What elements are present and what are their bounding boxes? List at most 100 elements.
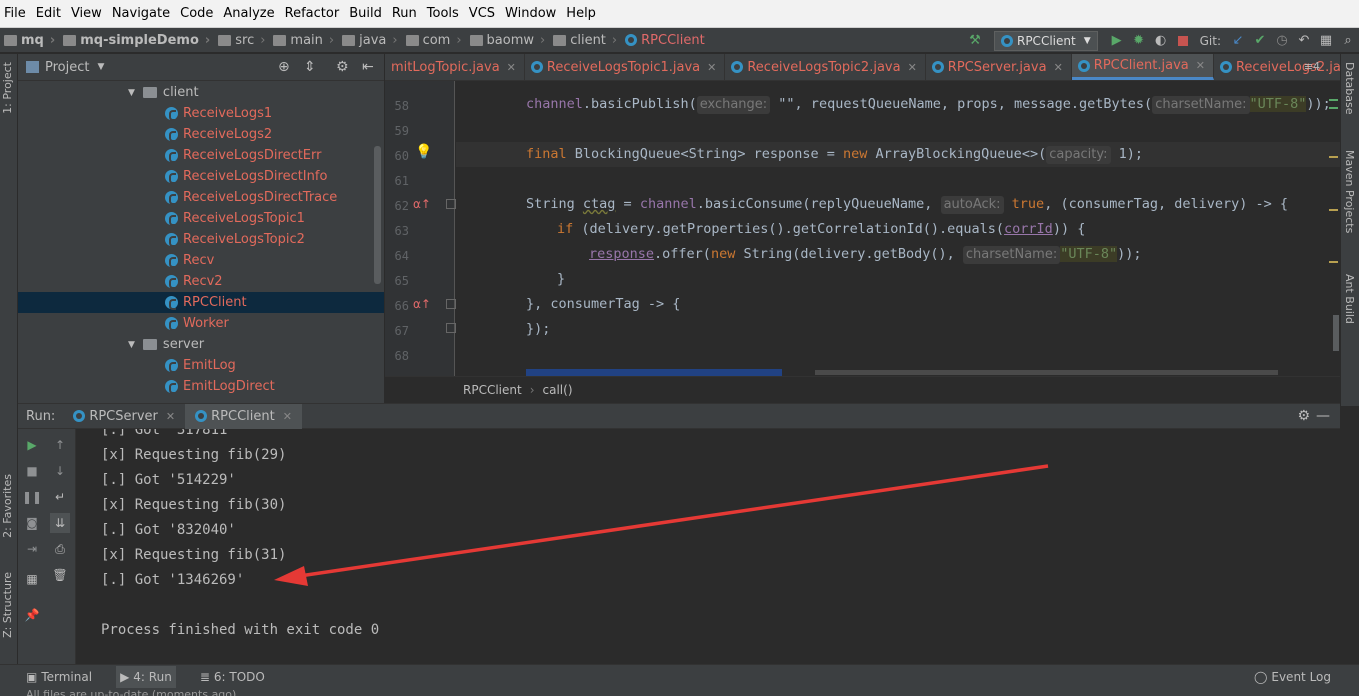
tree-item[interactable]: Worker (18, 313, 384, 334)
menu-item-tools[interactable]: Tools (423, 6, 465, 21)
breadcrumb-item[interactable]: com › (402, 33, 466, 48)
tree-item[interactable]: ReceiveLogsTopic2 (18, 229, 384, 250)
scroll-to-end-icon[interactable]: ⇊ (50, 513, 70, 533)
fold-icon[interactable] (446, 199, 456, 209)
console-output[interactable]: [.] Got '317811' [x] Requesting fib(29) [.… (76, 429, 1340, 665)
editor-tab[interactable]: RPCClient.java ✕ (1071, 54, 1214, 80)
code-area[interactable]: channel.basicPublish(exchange: "", reque… (456, 81, 1340, 376)
tool-tab-favorites[interactable]: 2: Favorites (1, 474, 14, 538)
tree-item[interactable]: ReceiveLogs2 (18, 124, 384, 145)
dump-threads-icon[interactable]: ◙ (22, 513, 42, 533)
close-icon[interactable]: ✕ (283, 410, 292, 423)
tree-item[interactable]: ReceiveLogsTopic1 (18, 208, 384, 229)
close-icon[interactable]: ✕ (707, 61, 716, 74)
tree-item[interactable]: ReceiveLogsDirectInfo (18, 166, 384, 187)
tree-item[interactable]: Recv2 (18, 271, 384, 292)
breadcrumb-item[interactable]: baomw › (466, 33, 550, 48)
menu-item-analyze[interactable]: Analyze (219, 6, 280, 21)
editor-tab[interactable]: ReceiveLogs2.java✕ (1214, 54, 1340, 80)
git-history-icon[interactable]: ◷ (1271, 30, 1293, 52)
down-arrow-icon[interactable]: ↓ (50, 461, 70, 481)
breadcrumb-item[interactable]: mq › (0, 33, 59, 48)
run-configuration-select[interactable]: RPCClient ▼ (993, 30, 1098, 51)
tree-folder[interactable]: ▼ client (18, 82, 384, 103)
editor-tab[interactable]: RPCServer.java ✕ (926, 54, 1072, 80)
gear-icon[interactable]: ⚙ (1297, 408, 1310, 424)
lambda-icon[interactable]: ⍺↑ (413, 197, 431, 211)
lambda-icon[interactable]: ⍺↑ (413, 297, 431, 311)
lightbulb-icon[interactable]: 💡 (415, 144, 432, 160)
tool-tab-structure[interactable]: Z: Structure (1, 572, 14, 638)
pause-icon[interactable]: ❚❚ (22, 487, 42, 507)
stop-icon[interactable]: ■ (22, 461, 42, 481)
run-tool-tab[interactable]: ▶ 4: Run (116, 665, 176, 688)
editor-tab[interactable]: ReceiveLogsTopic1.java ✕ (525, 54, 726, 80)
tool-tab-project[interactable]: 1: Project (1, 62, 14, 114)
debug-icon[interactable]: ✹ (1128, 30, 1150, 52)
search-icon[interactable]: ⌕ (1337, 30, 1359, 52)
breadcrumb-class[interactable]: RPCClient (463, 383, 522, 397)
breadcrumb-item[interactable]: RPCClient (621, 33, 709, 48)
menu-item-run[interactable]: Run (388, 6, 423, 21)
git-revert-icon[interactable]: ↶ (1293, 30, 1315, 52)
close-icon[interactable]: ✕ (1196, 59, 1205, 72)
chevron-down-icon[interactable]: ▼ (128, 340, 135, 350)
tree-item[interactable]: Recv (18, 250, 384, 271)
run-tab-rpcclient[interactable]: RPCClient ✕ (185, 403, 302, 429)
rerun-icon[interactable]: ▶ (22, 435, 42, 455)
menu-item-build[interactable]: Build (345, 6, 388, 21)
editor-tab[interactable]: ReceiveLogsTopic2.java ✕ (725, 54, 926, 80)
menu-item-help[interactable]: Help (562, 6, 602, 21)
tabs-overflow[interactable]: ≡4 (1304, 60, 1320, 73)
run-icon[interactable]: ▶ (1106, 30, 1128, 52)
trash-icon[interactable]: 🗑 (50, 565, 70, 585)
tree-item[interactable]: RPCClient (18, 292, 384, 313)
close-icon[interactable]: ✕ (908, 61, 917, 74)
login-icon[interactable]: ⇥ (22, 539, 42, 559)
breadcrumb-item[interactable]: mq-simpleDemo › (59, 33, 214, 48)
breadcrumb-item[interactable]: client › (549, 33, 621, 48)
gear-icon[interactable]: ⚙ (336, 59, 349, 75)
hide-icon[interactable]: ⇤ (362, 59, 374, 75)
project-scrollbar[interactable] (374, 146, 381, 284)
editor-horizontal-scrollbar[interactable] (815, 370, 1278, 375)
menu-item-code[interactable]: Code (176, 6, 219, 21)
collapse-icon[interactable]: ⇕ (304, 59, 316, 75)
locate-icon[interactable]: ⊕ (278, 59, 290, 75)
fold-icon[interactable] (446, 323, 456, 333)
chevron-down-icon[interactable]: ▼ (97, 62, 104, 72)
close-icon[interactable]: ✕ (166, 410, 175, 423)
breadcrumb-item[interactable]: main › (269, 33, 338, 48)
menu-item-file[interactable]: File (0, 6, 32, 21)
menu-item-window[interactable]: Window (501, 6, 562, 21)
tree-item[interactable]: ReceiveLogsDirectErr (18, 145, 384, 166)
menu-item-navigate[interactable]: Navigate (108, 6, 176, 21)
tool-tab-maven[interactable]: Maven Projects (1343, 150, 1356, 233)
print-icon[interactable]: ⎙ (50, 539, 70, 559)
git-commit-icon[interactable]: ✔ (1249, 30, 1271, 52)
tree-item[interactable]: ReceiveLogsDirectTrace (18, 187, 384, 208)
terminal-tab[interactable]: ▣ Terminal (26, 670, 92, 684)
event-log-tab[interactable]: ◯ Event Log (1254, 670, 1331, 684)
project-panel-title[interactable]: Project (45, 60, 89, 75)
project-structure-icon[interactable]: ▦ (1315, 30, 1337, 52)
layout-icon[interactable]: ▦ (22, 569, 42, 589)
breadcrumb-method[interactable]: call() (543, 383, 573, 397)
breadcrumb-item[interactable]: java › (338, 33, 401, 48)
tool-tab-ant[interactable]: Ant Build (1343, 274, 1356, 324)
up-arrow-icon[interactable]: ↑ (50, 435, 70, 455)
soft-wrap-icon[interactable]: ↵ (50, 487, 70, 507)
menu-item-vcs[interactable]: VCS (465, 6, 501, 21)
menu-item-refactor[interactable]: Refactor (281, 6, 346, 21)
chevron-down-icon[interactable]: ▼ (128, 88, 135, 98)
tree-item[interactable]: EmitLogDirect (18, 376, 384, 397)
menu-item-edit[interactable]: Edit (32, 6, 67, 21)
run-tab-rpcserver[interactable]: RPCServer ✕ (63, 404, 185, 429)
coverage-icon[interactable]: ◐ (1150, 30, 1172, 52)
tool-tab-database[interactable]: Database (1343, 62, 1356, 115)
minimize-icon[interactable]: — (1316, 408, 1330, 424)
breadcrumb-item[interactable]: src › (214, 33, 269, 48)
build-hammer-icon[interactable]: ⚒ (964, 30, 986, 52)
pin-icon[interactable]: 📌 (22, 605, 42, 625)
tree-folder[interactable]: ▼ server (18, 334, 384, 355)
